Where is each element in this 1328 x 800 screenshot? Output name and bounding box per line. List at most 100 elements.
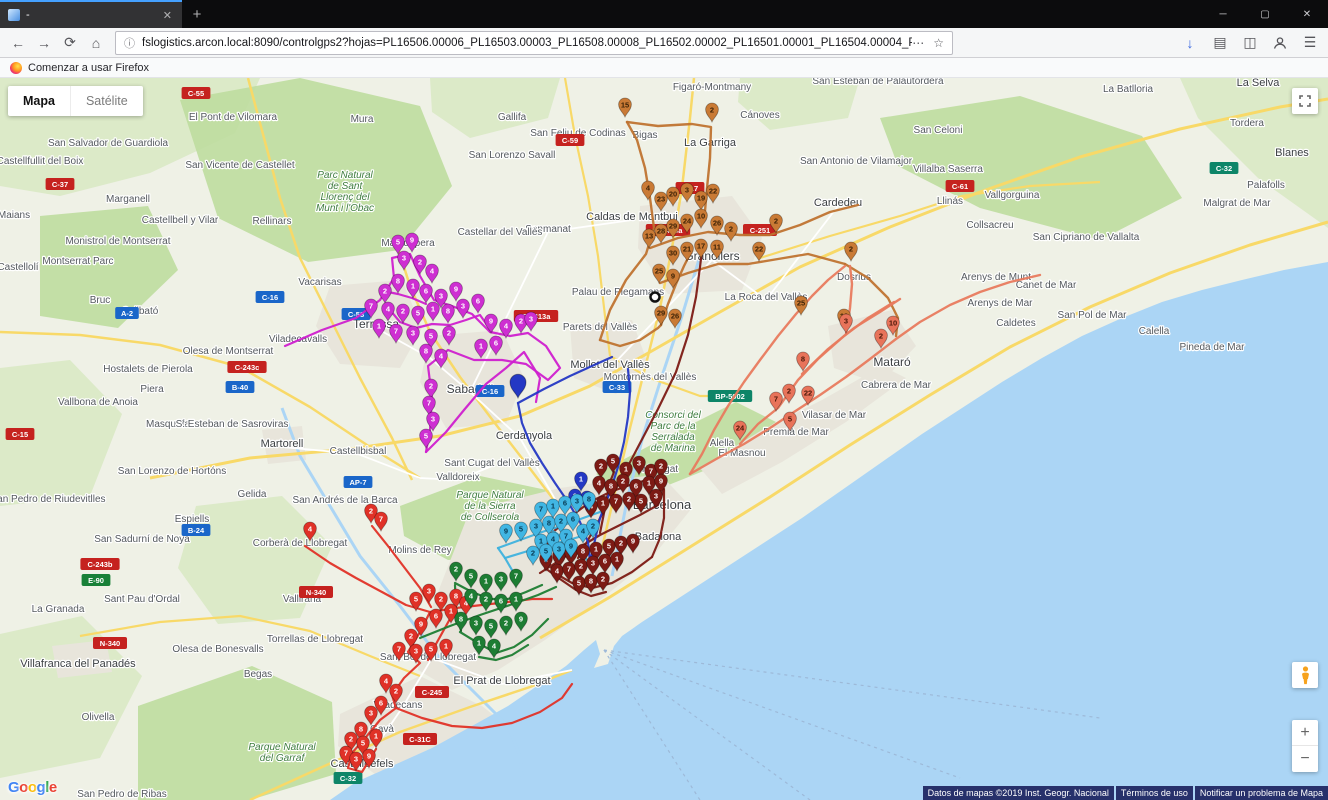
svg-text:7: 7: [614, 496, 618, 505]
attribution-data: Datos de mapas ©2019 Inst. Geogr. Nacion…: [923, 786, 1114, 800]
svg-text:8: 8: [547, 518, 551, 527]
downloads-icon[interactable]: ↓: [1177, 30, 1203, 56]
svg-text:5: 5: [577, 578, 581, 587]
svg-text:2: 2: [519, 316, 523, 325]
svg-text:22: 22: [755, 244, 763, 253]
svg-text:5: 5: [396, 237, 400, 246]
street-view-pegman[interactable]: [1292, 662, 1318, 688]
svg-text:1: 1: [624, 464, 628, 473]
svg-text:2: 2: [394, 686, 398, 695]
svg-text:San Antonio de Vilamajor: San Antonio de Vilamajor: [800, 156, 913, 167]
svg-text:5: 5: [544, 546, 548, 555]
svg-text:8: 8: [587, 494, 591, 503]
svg-text:San Sadurní de Noya: San Sadurní de Noya: [94, 534, 190, 545]
svg-text:AP-7: AP-7: [349, 478, 366, 487]
svg-text:6: 6: [476, 296, 480, 305]
svg-text:7: 7: [649, 466, 653, 475]
zoom-out-button[interactable]: −: [1292, 746, 1318, 772]
svg-text:5: 5: [429, 331, 433, 340]
svg-text:Valldoreix: Valldoreix: [436, 472, 479, 483]
site-info-icon[interactable]: ⓘ: [124, 35, 135, 51]
svg-text:7: 7: [379, 514, 383, 523]
svg-text:15: 15: [621, 100, 629, 109]
home-button[interactable]: ⌂: [83, 30, 109, 56]
minimize-button[interactable]: ─: [1202, 0, 1244, 28]
menu-icon[interactable]: ☰: [1297, 30, 1323, 56]
map-type-satellite-button[interactable]: Satélite: [70, 86, 143, 116]
svg-text:1: 1: [615, 554, 619, 563]
svg-text:San Salvador de Guardiola: San Salvador de Guardiola: [48, 138, 169, 149]
maximize-button[interactable]: ▢: [1244, 0, 1286, 28]
map-canvas[interactable]: El Pont de VilomaraMuraGallifaSan Feliu …: [0, 78, 1328, 800]
svg-text:Hostalets de Pierola: Hostalets de Pierola: [103, 364, 193, 375]
report-problem-link[interactable]: Notificar un problema de Mapa: [1195, 786, 1328, 800]
svg-text:Vacarisas: Vacarisas: [298, 277, 341, 288]
svg-text:5: 5: [607, 541, 611, 550]
svg-text:9: 9: [671, 271, 675, 280]
svg-text:San Cipriano de Vallalta: San Cipriano de Vallalta: [1033, 232, 1140, 243]
svg-text:8: 8: [424, 346, 428, 355]
library-icon[interactable]: ▤: [1207, 30, 1233, 56]
svg-text:2: 2: [621, 476, 625, 485]
close-button[interactable]: ✕: [1286, 0, 1328, 28]
new-tab-button[interactable]: +: [182, 0, 212, 28]
svg-text:7: 7: [774, 394, 778, 403]
svg-text:Castellfullit del Boix: Castellfullit del Boix: [0, 156, 83, 167]
svg-text:22: 22: [804, 388, 812, 397]
svg-text:Castellbell y Vilar: Castellbell y Vilar: [142, 215, 219, 226]
svg-text:7: 7: [539, 504, 543, 513]
svg-text:9: 9: [659, 476, 663, 485]
svg-text:7: 7: [397, 644, 401, 653]
svg-text:6: 6: [634, 481, 638, 490]
terms-of-use-link[interactable]: Términos de uso: [1116, 786, 1193, 800]
svg-text:Olivella: Olivella: [82, 712, 115, 723]
account-icon[interactable]: [1267, 30, 1293, 56]
google-logo[interactable]: Google: [8, 779, 57, 796]
svg-text:7: 7: [564, 531, 568, 540]
svg-text:Malgrat de Mar: Malgrat de Mar: [1203, 198, 1271, 209]
svg-text:Vilasar de Mar: Vilasar de Mar: [802, 410, 867, 421]
svg-text:1: 1: [514, 594, 518, 603]
sidebar-icon[interactable]: ◫: [1237, 30, 1263, 56]
svg-text:28: 28: [657, 226, 665, 235]
bookmark-item[interactable]: Comenzar a usar Firefox: [28, 62, 149, 74]
svg-text:La Batlloria: La Batlloria: [1103, 84, 1153, 95]
svg-text:Molins de Rey: Molins de Rey: [388, 545, 451, 556]
map-type-map-button[interactable]: Mapa: [8, 86, 70, 116]
map-viewport[interactable]: El Pont de VilomaraMuraGallifaSan Feliu …: [0, 78, 1328, 800]
back-button[interactable]: ←: [5, 30, 31, 56]
svg-text:Vallgorguina: Vallgorguina: [985, 190, 1040, 201]
svg-text:7: 7: [427, 398, 431, 407]
svg-text:B-24: B-24: [188, 526, 205, 535]
svg-text:29: 29: [669, 221, 677, 230]
forward-button[interactable]: →: [31, 30, 57, 56]
svg-text:C-245: C-245: [422, 688, 442, 697]
page-actions-icon[interactable]: ⋯: [912, 36, 924, 50]
svg-text:San Celoni: San Celoni: [914, 125, 963, 136]
reload-button[interactable]: ⟳: [57, 30, 83, 56]
svg-text:5: 5: [489, 621, 493, 630]
svg-text:23: 23: [657, 194, 665, 203]
svg-text:2: 2: [531, 548, 535, 557]
svg-text:25: 25: [797, 298, 805, 307]
svg-text:San Pedro de Riudevitlles: San Pedro de Riudevitlles: [0, 494, 106, 505]
url-text[interactable]: fslogistics.arcon.local:8090/controlgps2…: [142, 37, 912, 49]
bookmark-star-icon[interactable]: ☆: [933, 36, 944, 50]
fullscreen-button[interactable]: [1292, 88, 1318, 114]
zoom-in-button[interactable]: +: [1292, 720, 1318, 746]
svg-text:Sant Cugat del Vallès: Sant Cugat del Vallès: [444, 458, 539, 469]
address-bar[interactable]: ⓘ fslogistics.arcon.local:8090/controlgp…: [115, 31, 953, 55]
svg-text:Parc Naturalde SantLlorenç del: Parc Naturalde SantLlorenç delMunt i l'O…: [316, 170, 374, 214]
svg-text:3: 3: [369, 708, 373, 717]
browser-tab[interactable]: - ✕: [0, 0, 182, 28]
tab-close-icon[interactable]: ✕: [161, 9, 174, 22]
svg-text:1: 1: [601, 498, 605, 507]
svg-text:Montserrat Parc: Montserrat Parc: [42, 256, 113, 267]
svg-text:2: 2: [484, 594, 488, 603]
svg-text:Piera: Piera: [140, 384, 164, 395]
svg-text:2: 2: [710, 105, 714, 114]
svg-text:2: 2: [559, 516, 563, 525]
svg-text:11: 11: [713, 242, 721, 251]
svg-text:2: 2: [659, 461, 663, 470]
svg-text:Villalba Saserra: Villalba Saserra: [913, 164, 983, 175]
